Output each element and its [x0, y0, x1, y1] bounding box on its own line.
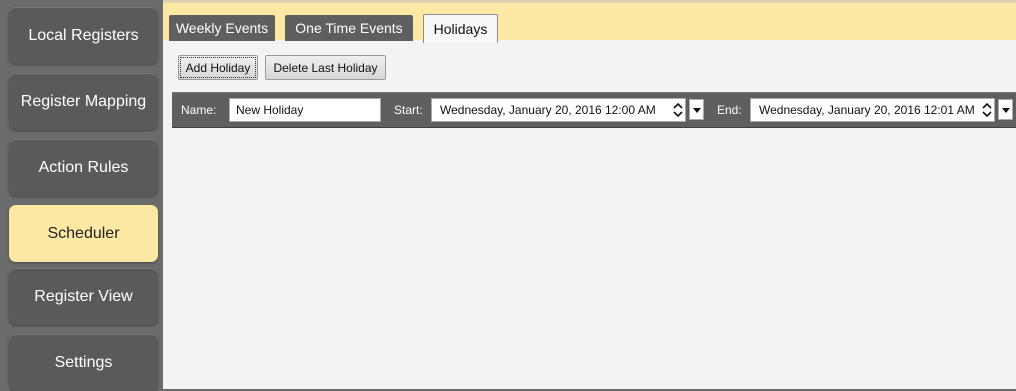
tab-weekly-events[interactable]: Weekly Events	[169, 15, 275, 41]
start-datetime-value: Wednesday, January 20, 2016 12:00 AM	[440, 103, 656, 117]
sidebar-item-action-rules[interactable]: Action Rules	[9, 139, 158, 196]
tab-one-time-events[interactable]: One Time Events	[285, 15, 413, 41]
end-label: End:	[717, 103, 742, 117]
start-label: Start:	[394, 103, 423, 117]
tab-holidays[interactable]: Holidays	[423, 14, 498, 43]
chevron-down-icon	[692, 101, 701, 119]
updown-spinner-icon[interactable]	[980, 99, 994, 121]
end-datetime-value: Wednesday, January 20, 2016 12:01 AM	[759, 103, 975, 117]
holiday-row: Name: Start: Wednesday, January 20, 2016…	[172, 92, 1016, 128]
tab-bar: Weekly Events One Time Events Holidays	[163, 0, 1016, 43]
chevron-down-icon	[1001, 101, 1010, 119]
sidebar-item-settings[interactable]: Settings	[9, 334, 158, 391]
start-datetime-picker[interactable]: Wednesday, January 20, 2016 12:00 AM	[431, 98, 686, 122]
sidebar-item-register-mapping[interactable]: Register Mapping	[9, 73, 158, 130]
start-dropdown-button[interactable]	[689, 99, 704, 120]
delete-last-holiday-button[interactable]: Delete Last Holiday	[265, 55, 386, 80]
end-dropdown-button[interactable]	[998, 99, 1013, 120]
add-holiday-button[interactable]: Add Holiday	[178, 55, 258, 80]
name-label: Name:	[181, 103, 217, 117]
updown-spinner-icon[interactable]	[671, 99, 685, 121]
sidebar-item-local-registers[interactable]: Local Registers	[9, 7, 158, 64]
holiday-name-input[interactable]	[229, 98, 381, 122]
sidebar-item-register-view[interactable]: Register View	[9, 268, 158, 325]
main-content: Weekly Events One Time Events Holidays A…	[163, 0, 1016, 389]
sidebar-item-scheduler[interactable]: Scheduler	[9, 205, 158, 262]
end-datetime-picker[interactable]: Wednesday, January 20, 2016 12:01 AM	[750, 98, 995, 122]
sidebar: Local Registers Register Mapping Action …	[0, 0, 165, 391]
